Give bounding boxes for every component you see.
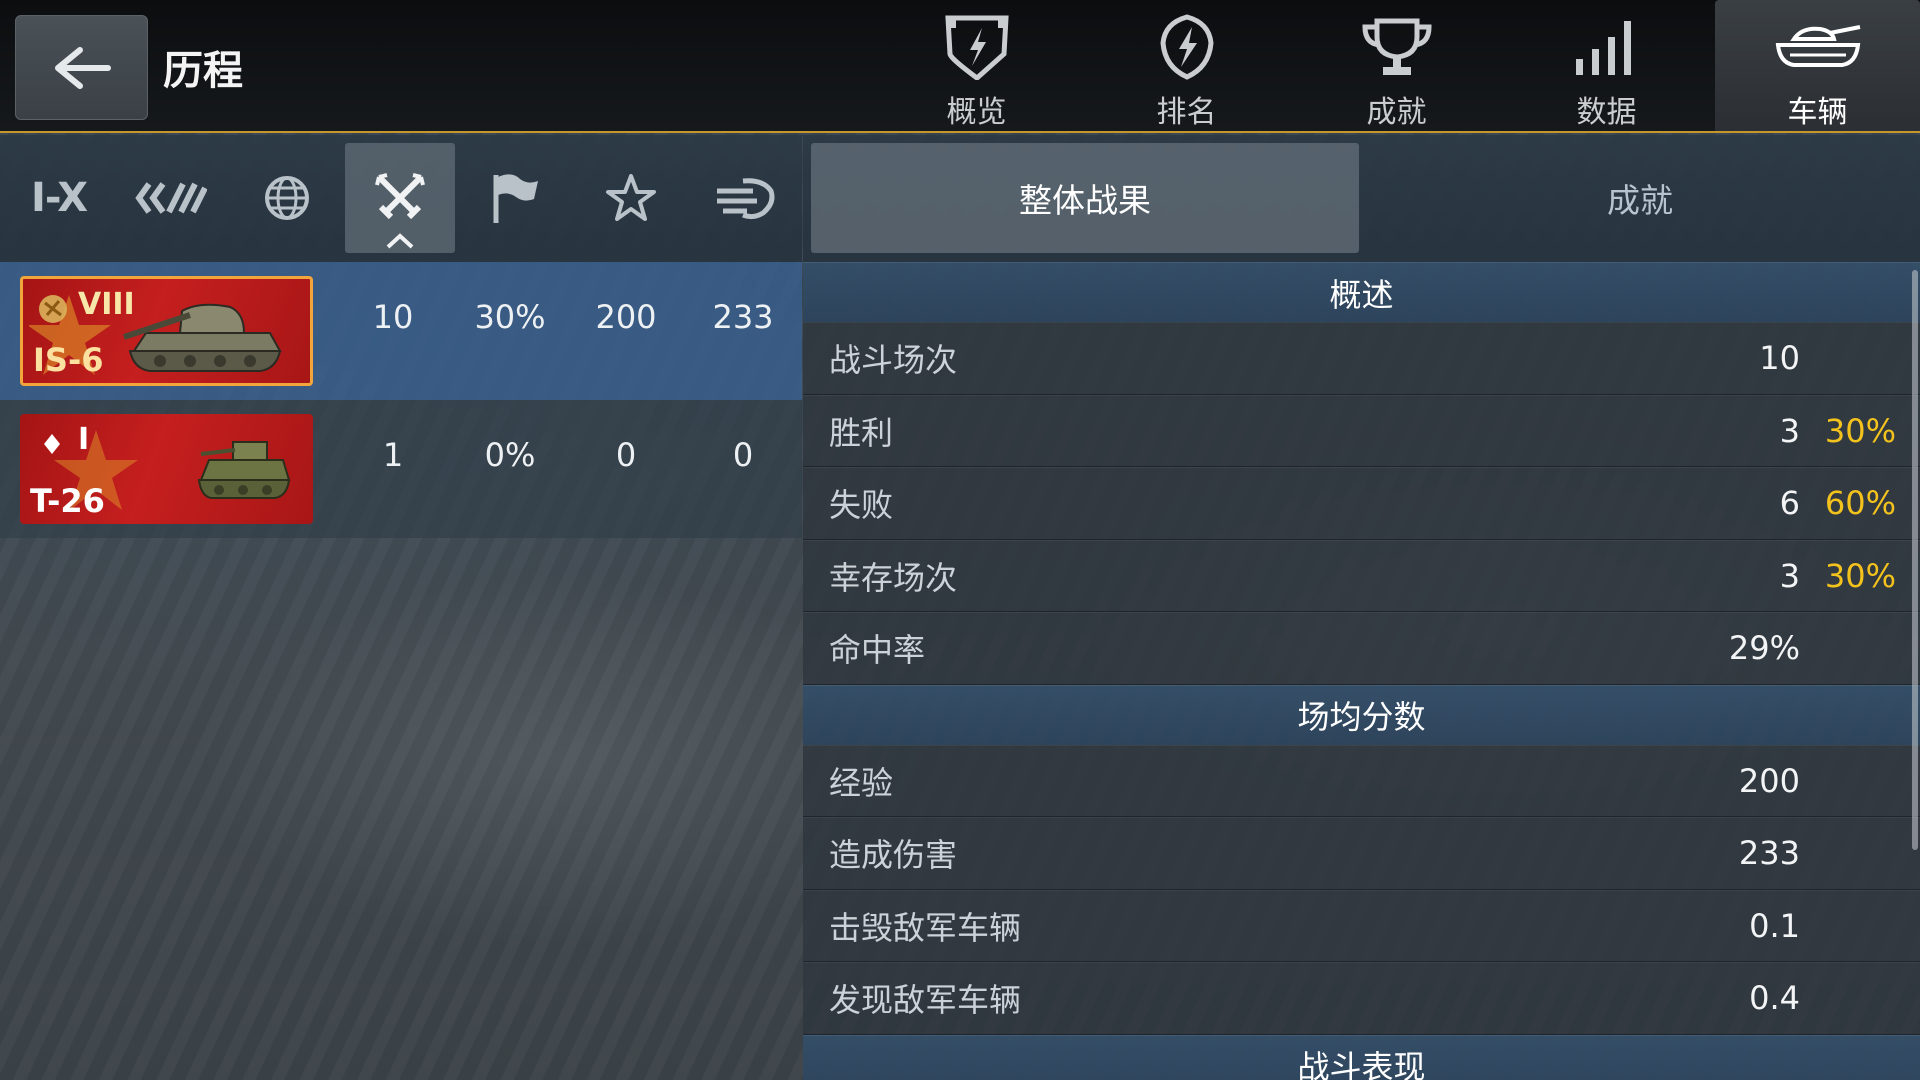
vehicle-card[interactable]: VIII IS-6: [20, 276, 313, 386]
flag-icon: [493, 174, 538, 223]
back-button[interactable]: [15, 15, 148, 120]
battle-mode-filter-button[interactable]: [345, 143, 455, 253]
tab-achievements-label: 成就: [1366, 95, 1427, 130]
tab-vehicles-label: 车辆: [1787, 95, 1848, 130]
tank-image-icon: [197, 441, 291, 499]
stats-tab-bar: 整体战果 成就: [803, 135, 1920, 262]
stat-percent: 30%: [1824, 556, 1896, 595]
stat-value: 3: [1779, 556, 1800, 595]
vehicle-avg-xp: 0: [615, 436, 637, 474]
stat-row: 造成伤害 233: [803, 817, 1920, 890]
tank-icon: [1775, 24, 1860, 67]
stat-row: 胜利 3 30%: [803, 394, 1920, 467]
flag-filter-button[interactable]: [460, 143, 570, 253]
vehicle-battles: 1: [382, 436, 404, 474]
tier-filter-button[interactable]: I-X: [4, 143, 114, 253]
vehicle-tier: I: [78, 422, 90, 457]
nation-filter-button[interactable]: [116, 143, 226, 253]
vehicle-winrate: 0%: [484, 436, 536, 474]
stat-label: 击毁敌军车辆: [829, 908, 1022, 947]
chevron-up-icon: [386, 233, 414, 249]
stat-value: 233: [1738, 834, 1800, 873]
stat-label: 胜利: [829, 413, 894, 452]
vehicle-avg-xp: 200: [595, 298, 657, 336]
tank-destroyer-icon: [717, 178, 775, 220]
tab-overall-results[interactable]: 整体战果: [811, 143, 1359, 253]
stat-value: 3: [1779, 411, 1800, 450]
vehicle-avg-damage: 233: [712, 298, 774, 336]
tab-overview[interactable]: 概览: [874, 0, 1079, 131]
stats-scrollbar[interactable]: [1912, 270, 1918, 850]
stat-row: 经验 200: [803, 744, 1920, 817]
stat-value: 6: [1779, 484, 1800, 523]
tab-data-label: 数据: [1576, 95, 1637, 130]
star-filter-button[interactable]: [576, 143, 686, 253]
trophy-icon: [1361, 18, 1432, 75]
shield-lightning-icon: [944, 15, 1009, 80]
vehicle-card[interactable]: I T-26: [20, 414, 313, 524]
stat-label: 经验: [829, 763, 894, 802]
tab-vehicle-achievements[interactable]: 成就: [1366, 143, 1914, 253]
vehicle-name: T-26: [30, 482, 105, 520]
tab-overview-label: 概览: [946, 95, 1007, 130]
vehicle-row-is6[interactable]: VIII IS-6 10 30% 200 233: [0, 262, 802, 400]
tab-ranking-label: 排名: [1156, 95, 1217, 130]
tier-filter-label: I-X: [30, 175, 88, 221]
stat-label: 命中率: [829, 631, 926, 670]
arrow-left-icon: [54, 46, 111, 89]
crossed-swords-icon: [375, 173, 425, 220]
badge-lightning-icon: [1159, 13, 1214, 80]
page-title: 历程: [163, 48, 243, 94]
globe-icon: [265, 176, 309, 220]
stat-row: 失败 6 60%: [803, 467, 1920, 540]
stat-label: 幸存场次: [829, 558, 958, 597]
globe-filter-button[interactable]: [232, 143, 342, 253]
chevrons-icon: [135, 182, 207, 214]
stat-percent: 60%: [1824, 484, 1896, 523]
stat-row: 战斗场次 10: [803, 322, 1920, 395]
filter-bar: I-X: [0, 135, 802, 262]
stat-value: 10: [1759, 339, 1800, 378]
stat-percent: 30%: [1824, 411, 1896, 450]
tab-vehicles[interactable]: 车辆: [1715, 0, 1920, 131]
vehicle-type-filter-button[interactable]: [690, 143, 800, 253]
stat-label: 战斗场次: [829, 341, 958, 380]
stat-value: 0.1: [1749, 906, 1800, 945]
stat-row: 发现敌军车辆 0.4: [803, 962, 1920, 1035]
vehicle-row-t26[interactable]: I T-26 1 0% 0 0: [0, 400, 802, 538]
signal-bars-icon: [1575, 20, 1631, 75]
section-header-battle-performance: 战斗表现: [803, 1034, 1920, 1080]
top-bar: 历程 概览 排名 成就 数据 车辆: [0, 0, 1920, 133]
tank-image-icon: [123, 303, 282, 372]
stat-value: 200: [1738, 761, 1800, 800]
vehicle-winrate: 30%: [474, 298, 546, 336]
tab-achievements[interactable]: 成就: [1294, 0, 1499, 131]
stat-row: 幸存场次 3 30%: [803, 539, 1920, 612]
stat-label: 发现敌军车辆: [829, 981, 1022, 1020]
vehicle-name: IS-6: [33, 341, 104, 379]
stat-row: 命中率 29%: [803, 612, 1920, 685]
stat-value: 29%: [1728, 629, 1800, 668]
stat-label: 造成伤害: [829, 836, 958, 875]
section-header-summary: 概述: [803, 262, 1920, 322]
stat-row: 击毁敌军车辆 0.1: [803, 889, 1920, 962]
stats-panel[interactable]: 概述 战斗场次 10 胜利 3 30% 失败 6 60% 幸存场次 3 30% …: [803, 262, 1920, 1080]
star-icon: [606, 174, 656, 221]
tab-data[interactable]: 数据: [1504, 0, 1709, 131]
vehicle-avg-damage: 0: [732, 436, 754, 474]
stat-value: 0.4: [1749, 979, 1800, 1018]
stat-label: 失败: [829, 486, 894, 525]
vehicle-battles: 10: [372, 298, 414, 336]
tab-ranking[interactable]: 排名: [1084, 0, 1289, 131]
section-header-average-score: 场均分数: [803, 684, 1920, 745]
